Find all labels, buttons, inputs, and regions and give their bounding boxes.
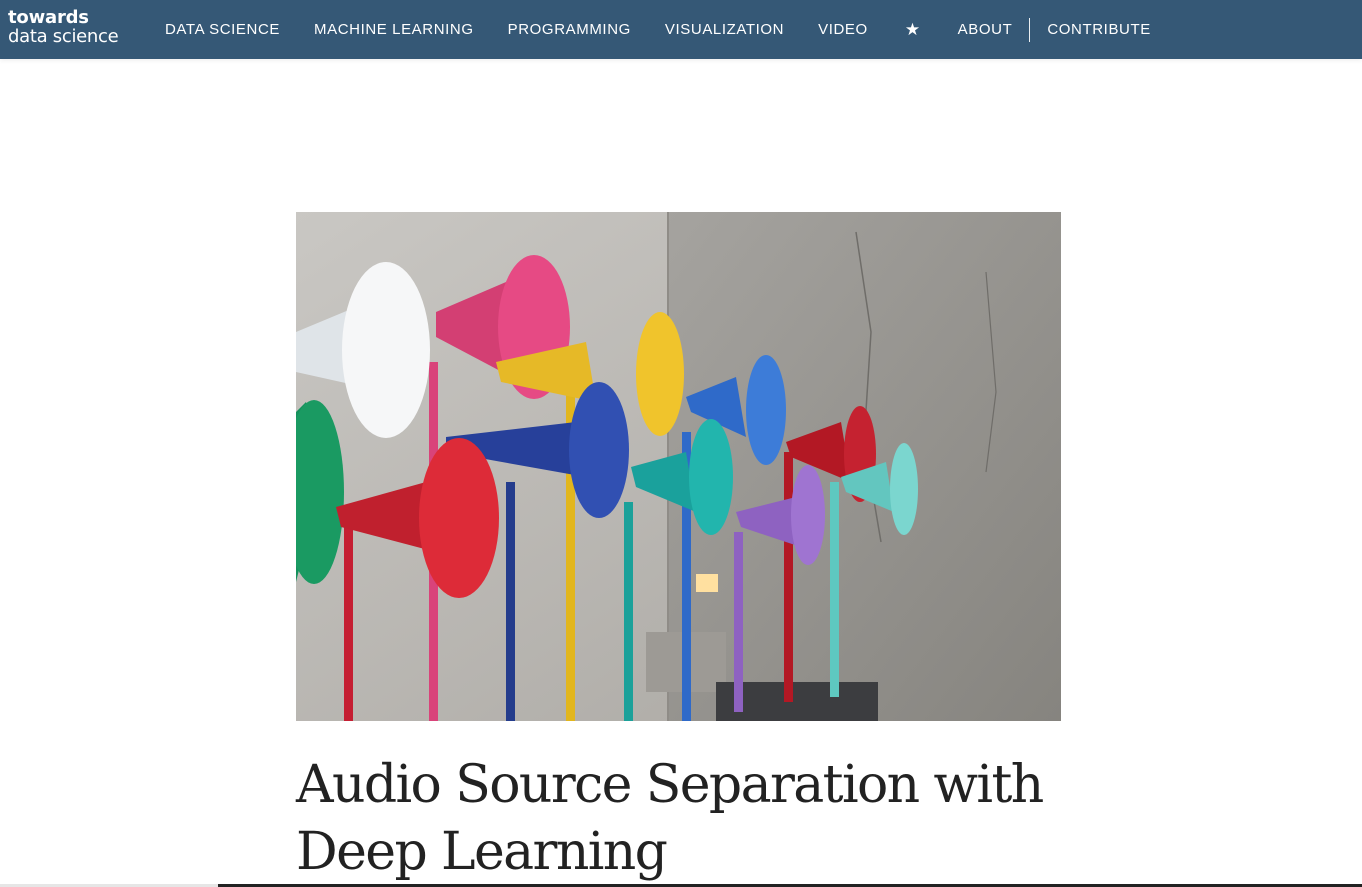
- nav-item-programming[interactable]: PROGRAMMING: [491, 21, 648, 38]
- nav-item-about[interactable]: ABOUT: [941, 21, 1030, 38]
- site-logo[interactable]: towards data science: [8, 7, 119, 47]
- logo-line-2: data science: [8, 26, 119, 47]
- hero-image: [296, 212, 1061, 721]
- horn-speakers-illustration: [296, 212, 1061, 721]
- main-nav: DATA SCIENCE MACHINE LEARNING PROGRAMMIN…: [148, 0, 1168, 59]
- top-navigation-bar: towards data science DATA SCIENCE MACHIN…: [0, 0, 1362, 59]
- nav-item-video[interactable]: VIDEO: [801, 21, 885, 38]
- article-title: Audio Source Separation with Deep Learni…: [296, 755, 1044, 882]
- nav-item-data-science[interactable]: DATA SCIENCE: [148, 21, 297, 38]
- star-icon[interactable]: ★: [885, 20, 941, 40]
- nav-item-visualization[interactable]: VISUALIZATION: [648, 21, 801, 38]
- nav-item-contribute[interactable]: CONTRIBUTE: [1030, 21, 1168, 38]
- logo-line-1: towards: [8, 7, 89, 28]
- nav-item-machine-learning[interactable]: MACHINE LEARNING: [297, 21, 491, 38]
- nav-divider: [1029, 17, 1031, 42]
